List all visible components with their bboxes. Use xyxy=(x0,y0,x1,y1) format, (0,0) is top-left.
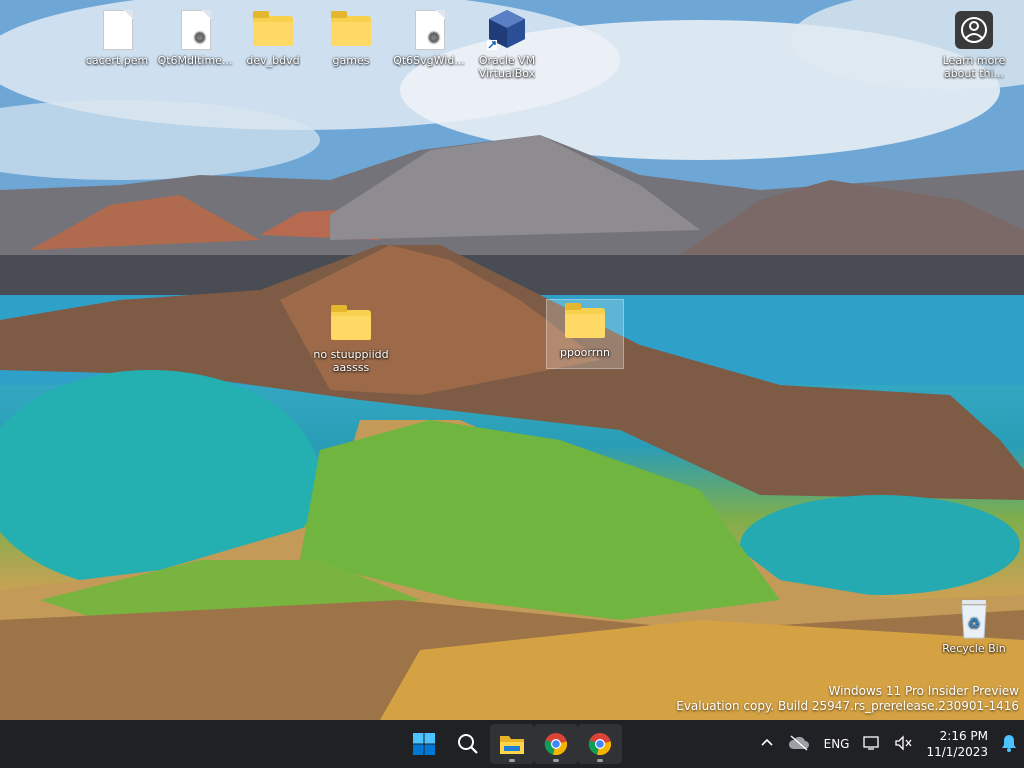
onedrive-button[interactable] xyxy=(781,734,817,754)
recycle-bin-icon: ♻ xyxy=(961,600,987,639)
folder-icon xyxy=(331,305,371,340)
learn-more-icon xyxy=(955,11,993,49)
watermark-line-1: Windows 11 Pro Insider Preview xyxy=(828,684,1019,698)
icon-label: Qt6SvgWid... xyxy=(393,54,465,67)
icon-label: dev_bdvd xyxy=(246,54,300,67)
chrome-button-1[interactable] xyxy=(534,724,578,764)
watermark-line-2: Evaluation copy. Build 25947.rs_prerelea… xyxy=(676,699,1019,713)
volume-button[interactable] xyxy=(888,734,920,754)
desktop-icon-dev-bdvd[interactable]: dev_bdvd xyxy=(235,8,311,67)
network-icon xyxy=(863,735,880,750)
desktop-icon-games[interactable]: games xyxy=(313,8,389,67)
clock-time: 2:16 PM xyxy=(939,729,988,743)
settings-file-icon: ⚙ xyxy=(415,10,445,50)
bell-icon xyxy=(1002,734,1016,752)
desktop-icon-recycle-bin[interactable]: ♻ Recycle Bin xyxy=(936,596,1012,655)
icon-label: no stuuppiidd aassss xyxy=(313,348,389,374)
icon-label: cacert.pem xyxy=(85,54,149,67)
desktop-icon-ppoorrnn[interactable]: ppoorrnn xyxy=(546,299,624,369)
file-explorer-button[interactable] xyxy=(490,724,534,764)
gear-icon: ⚙ xyxy=(193,30,206,46)
desktop-icon-no-stuuppiidd[interactable]: no stuuppiidd aassss xyxy=(313,302,389,374)
search-button[interactable] xyxy=(446,724,490,764)
volume-muted-icon xyxy=(895,734,912,751)
icon-label: Learn more about thi... xyxy=(942,54,1006,80)
network-button[interactable] xyxy=(856,735,888,754)
desktop-icon-qt6svgwid[interactable]: ⚙ Qt6SvgWid... xyxy=(391,8,467,67)
chrome-icon xyxy=(544,733,568,756)
chrome-icon xyxy=(588,733,612,756)
clock[interactable]: 2:16 PM 11/1/2023 xyxy=(920,728,994,760)
running-indicator xyxy=(509,759,515,762)
icon-label: Recycle Bin xyxy=(942,642,1006,655)
chrome-button-2[interactable] xyxy=(578,724,622,764)
folder-icon xyxy=(331,11,371,46)
system-tray: ENG 2:16 PM 11/1/2023 xyxy=(753,720,1024,768)
start-button[interactable] xyxy=(402,724,446,764)
svg-text:♻: ♻ xyxy=(968,616,981,632)
running-indicator xyxy=(597,759,603,762)
notifications-button[interactable] xyxy=(994,734,1024,755)
chevron-up-icon xyxy=(761,738,773,746)
cloud-offline-icon xyxy=(788,734,809,751)
virtualbox-icon xyxy=(487,10,525,50)
desktop-icon-learn-more[interactable]: Learn more about thi... xyxy=(936,8,1012,80)
search-icon xyxy=(458,734,478,754)
clock-date: 11/1/2023 xyxy=(926,745,988,759)
gear-icon: ⚙ xyxy=(427,30,440,46)
windows-start-icon xyxy=(413,733,435,755)
icon-label: Qt6Mdltime... xyxy=(157,54,233,67)
taskbar-apps xyxy=(402,720,622,768)
desktop-icon-virtualbox[interactable]: Oracle VM VirtualBox xyxy=(469,8,545,80)
icon-label: ppoorrnn xyxy=(559,346,611,359)
folder-icon xyxy=(253,11,293,46)
language-indicator[interactable]: ENG xyxy=(817,737,857,751)
wallpaper xyxy=(0,0,1024,720)
desktop-icon-qt6mdltime[interactable]: ⚙ Qt6Mdltime... xyxy=(157,8,233,67)
settings-file-icon: ⚙ xyxy=(181,10,211,50)
folder-icon xyxy=(565,303,605,338)
document-icon xyxy=(103,10,133,50)
running-indicator xyxy=(553,759,559,762)
taskbar: ENG 2:16 PM 11/1/2023 xyxy=(0,720,1024,768)
show-hidden-icons-button[interactable] xyxy=(753,736,781,753)
windows-watermark: Windows 11 Pro Insider Preview Evaluatio… xyxy=(676,684,1019,714)
file-explorer-icon xyxy=(500,736,524,754)
desktop-icon-cacert[interactable]: cacert.pem xyxy=(79,8,155,67)
icon-label: Oracle VM VirtualBox xyxy=(478,54,536,80)
icon-label: games xyxy=(332,54,370,67)
desktop[interactable]: cacert.pem ⚙ Qt6Mdltime... dev_bdvd game… xyxy=(0,0,1024,720)
